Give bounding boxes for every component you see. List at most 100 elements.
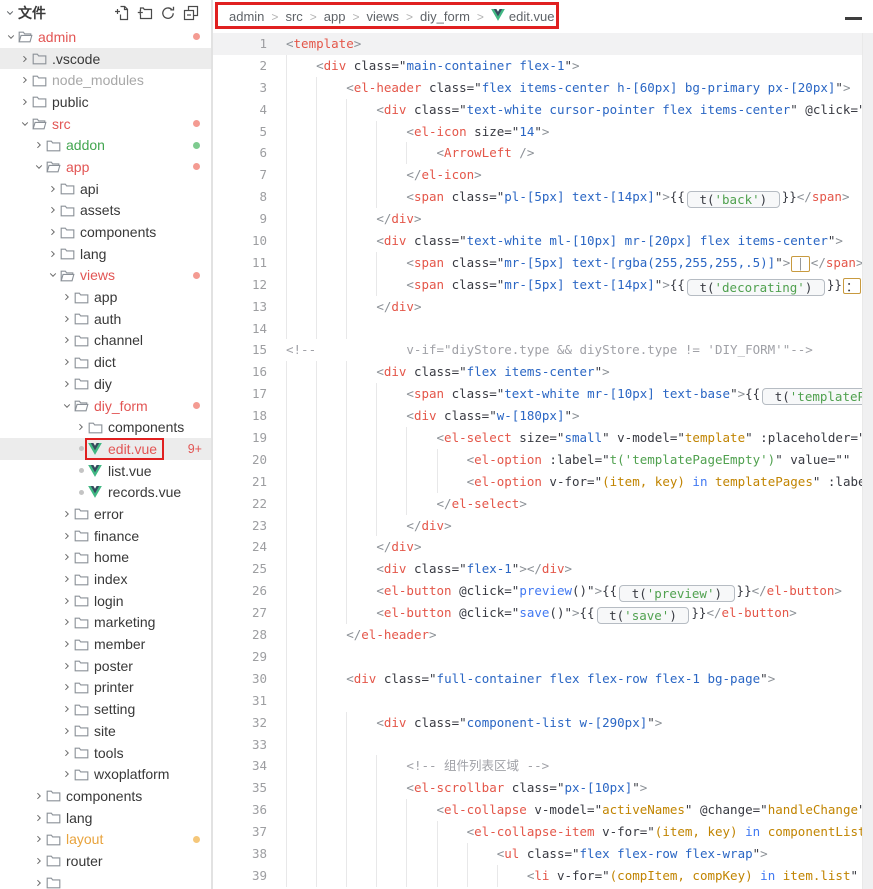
tree-item-public[interactable]: public bbox=[0, 91, 211, 113]
code-line-23[interactable]: 23 </div> bbox=[213, 515, 873, 537]
code-line-20[interactable]: 20 <el-option :label="t('templatePageEmp… bbox=[213, 449, 873, 471]
code-line-29[interactable]: 29 bbox=[213, 646, 873, 668]
tree-item-member[interactable]: member bbox=[0, 633, 211, 655]
tree-item-printer[interactable]: printer bbox=[0, 677, 211, 699]
code-line-17[interactable]: 17 <span class="text-white mr-[10px] tex… bbox=[213, 383, 873, 405]
indent-guide bbox=[376, 843, 377, 865]
tree-item-src[interactable]: src bbox=[0, 113, 211, 135]
code-line-11[interactable]: 11 <span class="mr-[5px] text-[rgba(255,… bbox=[213, 252, 873, 274]
code-line-14[interactable]: 14 bbox=[213, 318, 873, 340]
breadcrumb-item-src[interactable]: src bbox=[285, 9, 302, 24]
tree-item-list.vue[interactable]: list.vue bbox=[0, 460, 211, 482]
code-line-7[interactable]: 7 </el-icon> bbox=[213, 164, 873, 186]
collapse-folders-icon[interactable] bbox=[183, 5, 199, 21]
tree-item-components[interactable]: components bbox=[0, 785, 211, 807]
code-line-15[interactable]: 15<!-- v-if="diyStore.type && diyStore.t… bbox=[213, 339, 873, 361]
code-line-9[interactable]: 9 </div> bbox=[213, 208, 873, 230]
editor-scrollbar[interactable] bbox=[862, 33, 873, 889]
code-line-37[interactable]: 37 <el-collapse-item v-for="(item, key) … bbox=[213, 821, 873, 843]
tree-item-channel[interactable]: channel bbox=[0, 330, 211, 352]
code-line-8[interactable]: 8 <span class="pl-[5px] text-[14px]">{{ … bbox=[213, 186, 873, 208]
tree-item-node_modules[interactable]: node_modules bbox=[0, 69, 211, 91]
tree-item-marketing[interactable]: marketing bbox=[0, 612, 211, 634]
code-line-36[interactable]: 36 <el-collapse v-model="activeNames" @c… bbox=[213, 799, 873, 821]
code-line-33[interactable]: 33 bbox=[213, 734, 873, 756]
code-line-22[interactable]: 22 </el-select> bbox=[213, 493, 873, 515]
code-area[interactable]: 1<template>2 <div class="main-container … bbox=[213, 33, 873, 889]
indent-guide bbox=[376, 383, 377, 405]
tree-item-finance[interactable]: finance bbox=[0, 525, 211, 547]
refresh-explorer-icon[interactable] bbox=[160, 5, 176, 21]
tree-item-auth[interactable]: auth bbox=[0, 308, 211, 330]
code-line-2[interactable]: 2 <div class="main-container flex-1"> bbox=[213, 55, 873, 77]
indent-guide bbox=[346, 383, 347, 405]
code-line-27[interactable]: 27 <el-button @click="save()">{{ t('save… bbox=[213, 602, 873, 624]
breadcrumb-item-edit.vue[interactable]: edit.vue bbox=[491, 9, 555, 24]
tree-item-layout[interactable]: layout bbox=[0, 828, 211, 850]
folder-icon bbox=[74, 529, 92, 542]
code-line-32[interactable]: 32 <div class="component-list w-[290px]"… bbox=[213, 712, 873, 734]
code-line-6[interactable]: 6 <ArrowLeft /> bbox=[213, 142, 873, 164]
new-folder-icon[interactable] bbox=[137, 5, 153, 21]
breadcrumb-item-diy_form[interactable]: diy_form bbox=[420, 9, 470, 24]
code-line-13[interactable]: 13 </div> bbox=[213, 296, 873, 318]
tree-item-components[interactable]: components bbox=[0, 416, 211, 438]
tree-item-admin[interactable]: admin bbox=[0, 26, 211, 48]
code-line-18[interactable]: 18 <div class="w-[180px]"> bbox=[213, 405, 873, 427]
tree-item-home[interactable]: home bbox=[0, 547, 211, 569]
tree-item-dict[interactable]: dict bbox=[0, 351, 211, 373]
tree-item-login[interactable]: login bbox=[0, 590, 211, 612]
tree-item-.vscode[interactable]: .vscode bbox=[0, 48, 211, 70]
code-line-26[interactable]: 26 <el-button @click="preview()">{{ t('p… bbox=[213, 580, 873, 602]
code-line-34[interactable]: 34 <!-- 组件列表区域 --> bbox=[213, 755, 873, 777]
code-line-31[interactable]: 31 bbox=[213, 690, 873, 712]
tree-item-views[interactable]: views bbox=[0, 265, 211, 287]
tree-item-router[interactable]: router bbox=[0, 850, 211, 872]
tree-item-lang[interactable]: lang bbox=[0, 243, 211, 265]
code-line-4[interactable]: 4 <div class="text-white cursor-pointer … bbox=[213, 99, 873, 121]
breadcrumb-item-admin[interactable]: admin bbox=[229, 9, 264, 24]
tree-item-api[interactable]: api bbox=[0, 178, 211, 200]
section-chevron-down-icon[interactable] bbox=[3, 8, 16, 18]
tree-item-partial[interactable] bbox=[0, 872, 211, 889]
code-line-10[interactable]: 10 <div class="text-white ml-[10px] mr-[… bbox=[213, 230, 873, 252]
breadcrumb-separator: > bbox=[406, 10, 413, 24]
tree-item-components[interactable]: components bbox=[0, 221, 211, 243]
code-line-25[interactable]: 25 <div class="flex-1"></div> bbox=[213, 558, 873, 580]
code-line-16[interactable]: 16 <div class="flex items-center"> bbox=[213, 361, 873, 383]
breadcrumb-item-views[interactable]: views bbox=[367, 9, 400, 24]
tree-item-tools[interactable]: tools bbox=[0, 742, 211, 764]
tree-item-assets[interactable]: assets bbox=[0, 200, 211, 222]
code-line-35[interactable]: 35 <el-scrollbar class="px-[10px]"> bbox=[213, 777, 873, 799]
code-line-19[interactable]: 19 <el-select size="small" v-model="temp… bbox=[213, 427, 873, 449]
code-line-38[interactable]: 38 <ul class="flex flex-row flex-wrap"> bbox=[213, 843, 873, 865]
code-line-39[interactable]: 39 <li v-for="(compItem, compKey) in ite… bbox=[213, 865, 873, 887]
tree-item-error[interactable]: error bbox=[0, 503, 211, 525]
code-line-28[interactable]: 28 </el-header> bbox=[213, 624, 873, 646]
tree-item-addon[interactable]: addon bbox=[0, 134, 211, 156]
vue-file-icon bbox=[88, 486, 106, 498]
tree-item-wxoplatform[interactable]: wxoplatform bbox=[0, 763, 211, 785]
code-line-3[interactable]: 3 <el-header class="flex items-center h-… bbox=[213, 77, 873, 99]
tree-item-label: components bbox=[108, 419, 184, 435]
code-line-12[interactable]: 12 <span class="mr-[5px] text-[14px]">{{… bbox=[213, 274, 873, 296]
tree-item-setting[interactable]: setting bbox=[0, 698, 211, 720]
tree-item-site[interactable]: site bbox=[0, 720, 211, 742]
tree-item-diy_form[interactable]: diy_form bbox=[0, 395, 211, 417]
code-line-30[interactable]: 30 <div class="full-container flex flex-… bbox=[213, 668, 873, 690]
tree-item-app[interactable]: app bbox=[0, 286, 211, 308]
tree-item-app[interactable]: app bbox=[0, 156, 211, 178]
tree-item-lang[interactable]: lang bbox=[0, 807, 211, 829]
tree-item-diy[interactable]: diy bbox=[0, 373, 211, 395]
breadcrumb-item-app[interactable]: app bbox=[324, 9, 346, 24]
code-line-21[interactable]: 21 <el-option v-for="(item, key) in temp… bbox=[213, 471, 873, 493]
code-line-1[interactable]: 1<template> bbox=[213, 33, 873, 55]
tree-item-index[interactable]: index bbox=[0, 568, 211, 590]
tree-item-poster[interactable]: poster bbox=[0, 655, 211, 677]
code-line-24[interactable]: 24 </div> bbox=[213, 536, 873, 558]
code-line-5[interactable]: 5 <el-icon size="14"> bbox=[213, 121, 873, 143]
window-minimize-icon[interactable] bbox=[845, 17, 862, 20]
new-file-icon[interactable] bbox=[114, 5, 130, 21]
tree-item-edit.vue[interactable]: edit.vue9+ bbox=[0, 438, 211, 460]
tree-item-records.vue[interactable]: records.vue bbox=[0, 481, 211, 503]
